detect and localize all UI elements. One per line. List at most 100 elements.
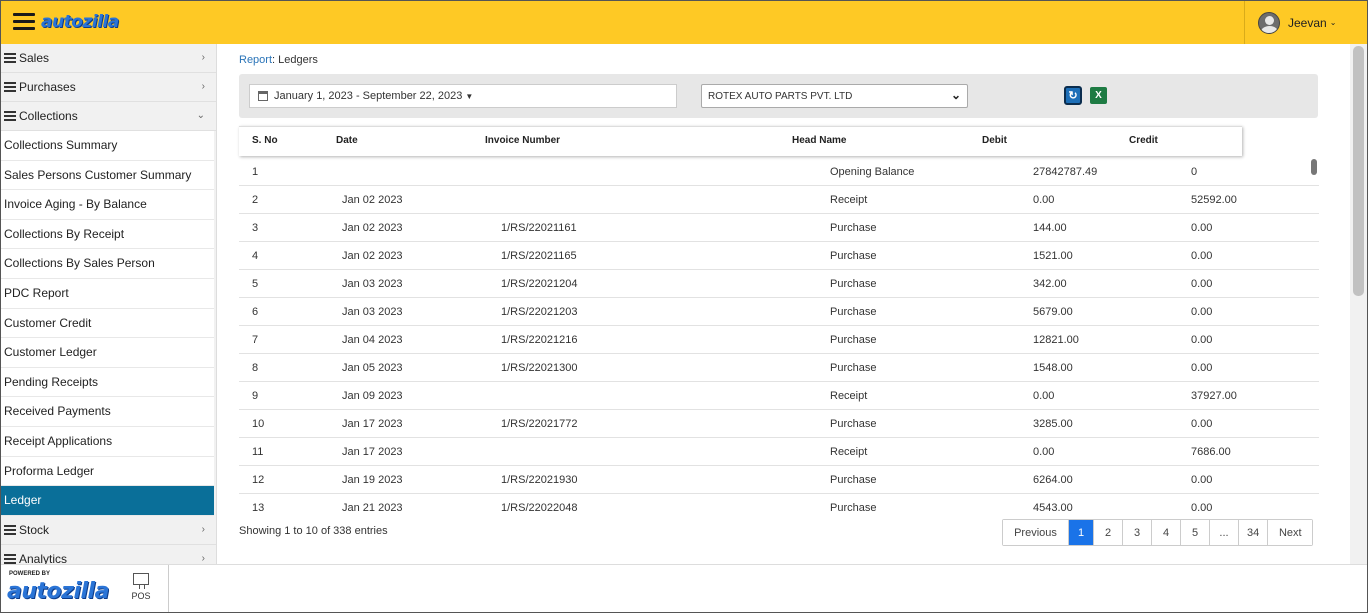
pagination-page[interactable]: 1 xyxy=(1069,520,1094,545)
row-sno: 8 xyxy=(252,362,259,374)
row-credit: 0.00 xyxy=(1191,250,1213,262)
pos-label: POS xyxy=(131,591,151,601)
menu-icon xyxy=(4,51,16,65)
table-scrollbar[interactable] xyxy=(1310,158,1318,516)
row-credit: 0 xyxy=(1191,166,1198,178)
row-invoice-number: 1/RS/22021204 xyxy=(501,278,578,290)
sidebar-group-sales[interactable]: Sales › xyxy=(1,44,216,73)
row-credit: 37927.00 xyxy=(1191,390,1237,402)
row-head-name: Purchase xyxy=(830,334,877,346)
pos-button[interactable]: POS xyxy=(125,573,157,609)
brand-logo[interactable]: autozilla xyxy=(41,12,119,32)
table-row[interactable]: 5 Jan 03 2023 1/RS/22021204 Purchase 342.00 0… xyxy=(239,270,1319,298)
table-row[interactable]: 1 Opening Balance 27842787.49 0 xyxy=(239,158,1319,186)
sidebar-item-proforma-ledger[interactable]: Proforma Ledger xyxy=(1,456,214,487)
supplier-select[interactable]: ROTEX AUTO PARTS PVT. LTD ⌄ xyxy=(701,84,968,108)
table-row[interactable]: 13 Jan 21 2023 1/RS/22022048 Purchase 4543.0… xyxy=(239,494,1319,516)
chevron-right-icon: › xyxy=(201,523,205,535)
excel-icon: X xyxy=(1095,90,1102,101)
row-credit: 0.00 xyxy=(1191,474,1213,486)
main-content: Report: Ledgers January 1, 2023 - Septem… xyxy=(218,44,1350,564)
page-scroll-thumb[interactable] xyxy=(1353,46,1364,296)
row-debit: 1521.00 xyxy=(1033,250,1073,262)
ledger-table-body[interactable]: 1 Opening Balance 27842787.49 0 2 Jan 02 2023… xyxy=(239,158,1319,516)
row-debit: 0.00 xyxy=(1033,446,1055,458)
table-row[interactable]: 10 Jan 17 2023 1/RS/22021772 Purchase 3285.0… xyxy=(239,410,1319,438)
sidebar-item-pending-receipts[interactable]: Pending Receipts xyxy=(1,367,214,398)
sidebar-item-receipt-applications[interactable]: Receipt Applications xyxy=(1,426,214,457)
column-header-date[interactable]: Date xyxy=(336,135,358,146)
sidebar-item-ledger[interactable]: Ledger xyxy=(1,486,214,516)
table-row[interactable]: 4 Jan 02 2023 1/RS/22021165 Purchase 1521.00… xyxy=(239,242,1319,270)
sidebar-item-collections-summary[interactable]: Collections Summary xyxy=(1,131,214,161)
column-header-sno[interactable]: S. No xyxy=(252,135,278,146)
pagination-page[interactable]: 2 xyxy=(1094,520,1123,545)
column-header-invoice-number[interactable]: Invoice Number xyxy=(485,135,560,146)
table-row[interactable]: 12 Jan 19 2023 1/RS/22021930 Purchase 6264.0… xyxy=(239,466,1319,494)
row-head-name: Opening Balance xyxy=(830,166,915,178)
sidebar-item-collections-by-sales-person[interactable]: Collections By Sales Person xyxy=(1,249,214,279)
sidebar-group-label: Stock xyxy=(19,522,50,537)
row-date: Jan 03 2023 xyxy=(342,278,403,290)
refresh-button[interactable]: ↻ xyxy=(1064,86,1082,105)
row-date: Jan 09 2023 xyxy=(342,390,403,402)
top-bar: autozilla Jeevan ⌄ xyxy=(1,1,1367,44)
table-row[interactable]: 7 Jan 04 2023 1/RS/22021216 Purchase 12821.0… xyxy=(239,326,1319,354)
sidebar-item-sales-persons-customer-summary[interactable]: Sales Persons Customer Summary xyxy=(1,160,214,191)
row-invoice-number: 1/RS/22021165 xyxy=(501,250,577,262)
row-credit: 0.00 xyxy=(1191,418,1213,430)
pagination-next[interactable]: Next xyxy=(1268,520,1313,545)
sidebar-item-collections-by-receipt[interactable]: Collections By Receipt xyxy=(1,219,214,250)
pagination-page[interactable]: 4 xyxy=(1152,520,1181,545)
sidebar-item-customer-ledger[interactable]: Customer Ledger xyxy=(1,338,214,368)
user-name: Jeevan xyxy=(1288,15,1327,30)
table-row[interactable]: 6 Jan 03 2023 1/RS/22021203 Purchase 5679.00… xyxy=(239,298,1319,326)
caret-down-icon: ▼ xyxy=(465,91,474,101)
row-sno: 6 xyxy=(252,306,259,318)
filter-bar: January 1, 2023 - September 22, 2023 ▼ R… xyxy=(239,74,1318,118)
chevron-right-icon: › xyxy=(201,52,205,63)
column-header-head-name[interactable]: Head Name xyxy=(792,135,846,146)
date-range-picker[interactable]: January 1, 2023 - September 22, 2023 ▼ xyxy=(249,84,677,108)
sidebar-group-label: Collections xyxy=(19,109,78,123)
sidebar-item-received-payments[interactable]: Received Payments xyxy=(1,397,214,427)
pagination-page[interactable]: ... xyxy=(1210,520,1239,545)
sidebar-group-collections[interactable]: Collections ⌄ xyxy=(1,102,216,131)
table-row[interactable]: 3 Jan 02 2023 1/RS/22021161 Purchase 144.00 0… xyxy=(239,214,1319,242)
table-row[interactable]: 8 Jan 05 2023 1/RS/22021300 Purchase 1548.00… xyxy=(239,354,1319,382)
table-scroll-thumb[interactable] xyxy=(1311,159,1317,175)
sidebar-group-purchases[interactable]: Purchases › xyxy=(1,73,216,102)
breadcrumb-report-link[interactable]: Report xyxy=(239,54,272,66)
pagination-page[interactable]: 5 xyxy=(1181,520,1210,545)
menu-toggle-icon[interactable] xyxy=(13,13,35,31)
sidebar-group-label: Sales xyxy=(19,51,50,65)
row-debit: 144.00 xyxy=(1033,222,1067,234)
row-debit: 0.00 xyxy=(1033,390,1055,402)
row-invoice-number: 1/RS/22021930 xyxy=(501,474,578,486)
footer-logo: autozilla xyxy=(7,579,109,604)
sidebar-item-customer-credit[interactable]: Customer Credit xyxy=(1,308,214,339)
pagination-previous[interactable]: Previous xyxy=(1003,520,1069,545)
column-header-debit[interactable]: Debit xyxy=(982,135,1007,146)
table-row[interactable]: 9 Jan 09 2023 Receipt 0.00 37927.00 xyxy=(239,382,1319,410)
table-row[interactable]: 2 Jan 02 2023 Receipt 0.00 52592.00 xyxy=(239,186,1319,214)
export-excel-button[interactable]: X xyxy=(1090,87,1110,104)
row-date: Jan 19 2023 xyxy=(342,474,403,486)
menu-icon xyxy=(4,523,16,537)
pagination-page[interactable]: 34 xyxy=(1239,520,1269,545)
row-credit: 0.00 xyxy=(1191,222,1213,234)
table-row[interactable]: 11 Jan 17 2023 Receipt 0.00 7686.00 xyxy=(239,438,1319,466)
date-range-value: January 1, 2023 - September 22, 2023 xyxy=(274,90,463,102)
row-date: Jan 05 2023 xyxy=(342,362,403,374)
sidebar-item-invoice-aging-by-balance[interactable]: Invoice Aging - By Balance xyxy=(1,190,214,220)
user-menu[interactable]: Jeevan ⌄ xyxy=(1244,1,1367,44)
sidebar-group-stock[interactable]: Stock › xyxy=(1,516,216,545)
chevron-right-icon: › xyxy=(201,552,205,564)
page-scrollbar[interactable] xyxy=(1350,44,1367,564)
row-date: Jan 17 2023 xyxy=(342,418,403,430)
row-debit: 0.00 xyxy=(1033,194,1055,206)
sidebar-group-analytics[interactable]: Analytics › xyxy=(1,545,216,564)
pagination-page[interactable]: 3 xyxy=(1123,520,1152,545)
column-header-credit[interactable]: Credit xyxy=(1129,135,1158,146)
sidebar-item-pdc-report[interactable]: PDC Report xyxy=(1,278,214,309)
